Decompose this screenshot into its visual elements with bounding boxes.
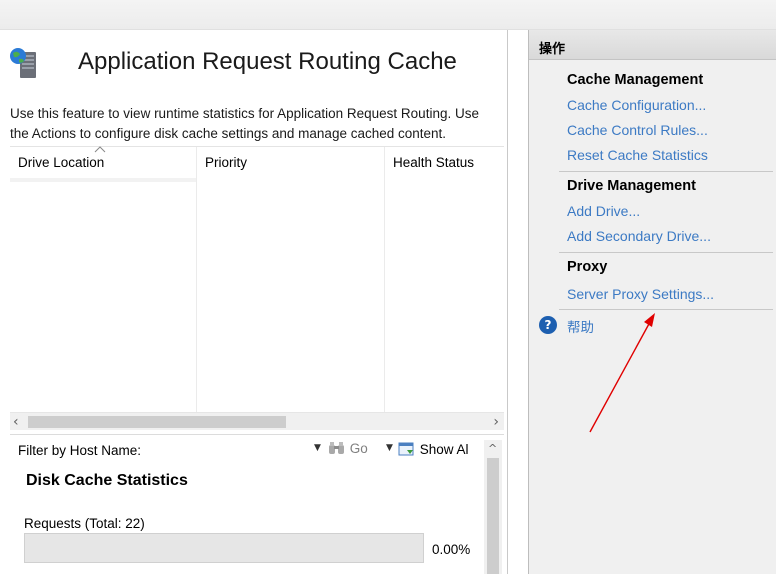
go-button[interactable]: Go (328, 441, 368, 461)
help-label[interactable]: 帮助 (567, 316, 594, 336)
go-label: Go (349, 441, 368, 456)
actions-pane: 操作 Cache Management Cache Configuration.… (528, 30, 776, 574)
window-top-bar (0, 0, 776, 30)
page-description: Use this feature to view runtime statist… (10, 106, 479, 141)
column-header-priority[interactable]: Priority (205, 155, 247, 170)
column-header-health-status[interactable]: Health Status (393, 155, 474, 170)
column-header-drive-location[interactable]: Drive Location (18, 155, 104, 170)
section-divider (559, 252, 773, 253)
horizontal-scroll-thumb[interactable] (28, 416, 286, 428)
section-proxy: Proxy (567, 259, 608, 275)
page-title: Application Request Routing Cache (78, 48, 457, 75)
cache-configuration-link[interactable]: Cache Configuration... (567, 97, 706, 113)
actions-header: 操作 (529, 30, 776, 60)
help-icon: ? (539, 316, 557, 334)
server-globe-icon (10, 48, 36, 78)
go-dropdown-icon[interactable]: ▼ (386, 443, 393, 453)
requests-percent: 0.00% (432, 542, 471, 557)
filter-host-input[interactable] (172, 441, 322, 461)
reset-cache-statistics-link[interactable]: Reset Cache Statistics (567, 147, 708, 163)
filter-label: Filter by Host Name: (18, 443, 142, 458)
cache-control-rules-link[interactable]: Cache Control Rules... (567, 122, 708, 138)
disk-cache-statistics-title: Disk Cache Statistics (26, 472, 188, 489)
horizontal-scrollbar[interactable]: ‹ › (10, 412, 504, 430)
vertical-scrollbar[interactable]: ^ (484, 440, 502, 574)
column-drive-location[interactable]: Drive Location (10, 146, 196, 413)
page-header: Application Request Routing Cache (8, 44, 498, 84)
add-secondary-drive-link[interactable]: Add Secondary Drive... (567, 228, 711, 244)
requests-progress-bar (24, 533, 424, 563)
section-divider (559, 309, 773, 310)
drive-list-view[interactable]: Drive Location Priority Health Status (10, 146, 504, 413)
column-priority[interactable]: Priority (196, 147, 384, 413)
section-cache-management: Cache Management (567, 72, 704, 88)
vertical-scroll-thumb[interactable] (487, 458, 499, 574)
scroll-right-icon[interactable]: › (493, 413, 499, 431)
server-proxy-settings-link[interactable]: Server Proxy Settings... (567, 286, 714, 302)
filter-dropdown-icon[interactable]: ▼ (314, 443, 321, 453)
binoculars-icon (329, 442, 344, 454)
show-all-button[interactable]: Show Al (398, 441, 469, 457)
column-health-status[interactable]: Health Status (384, 147, 504, 413)
requests-label: Requests (Total: 22) (24, 516, 145, 531)
section-divider (559, 171, 773, 172)
actions-header-label: 操作 (539, 42, 566, 57)
section-drive-management: Drive Management (567, 178, 696, 194)
filter-toolbar: Filter by Host Name: ▼ Go ▼ Show Al (10, 434, 504, 464)
show-all-label: Show Al (419, 442, 469, 457)
show-all-icon (398, 442, 414, 456)
sort-ascending-icon (94, 146, 106, 153)
add-drive-link[interactable]: Add Drive... (567, 203, 640, 219)
scroll-up-icon[interactable]: ^ (488, 442, 497, 455)
scroll-left-icon[interactable]: ‹ (13, 413, 19, 431)
